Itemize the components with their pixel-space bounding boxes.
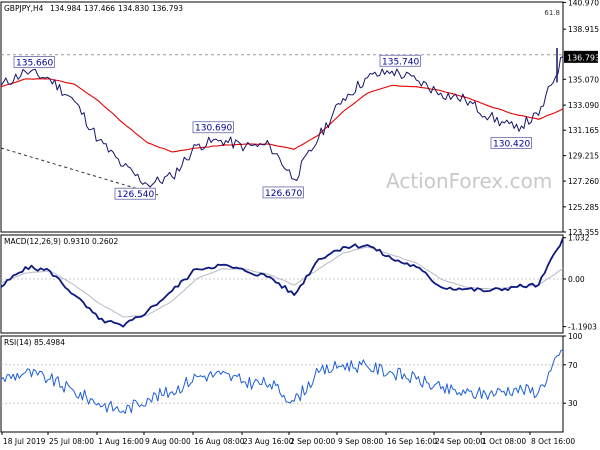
price-tick-label: 131.165	[568, 126, 599, 135]
price-annotation-label: 130.690	[195, 124, 232, 134]
price-tick-label: 138.915	[568, 25, 599, 34]
price-annotation-label: 130.420	[493, 139, 530, 149]
rsi-tick-label: 70	[568, 361, 578, 370]
price-annotation-135.740: 135.740	[379, 54, 421, 67]
macd-title: MACD(12,26,9) 0.9310 0.2602	[4, 237, 118, 246]
x-tick-label: 1 Oct 08:00	[482, 437, 526, 446]
header-symbol: GBPJPY,H4	[4, 4, 44, 13]
price-tick-label: 127.260	[568, 177, 599, 186]
header-low: 134.830	[118, 4, 149, 13]
x-tick-label: 18 Jul 2019	[3, 437, 46, 446]
price-annotation-label: 126.670	[265, 189, 302, 199]
x-tick-label: 9 Sep 08:00	[338, 437, 384, 446]
moving-average-line	[0, 78, 564, 153]
price-tick-label: 135.070	[568, 75, 599, 84]
price-annotation-126.540: 126.540	[114, 187, 156, 200]
header-open: 134.984	[50, 4, 81, 13]
macd-main-line	[0, 237, 564, 328]
rsi-title: RSI(14) 85.4984	[4, 338, 65, 347]
price-annotation-135.660: 135.660	[13, 56, 55, 69]
price-annotation-126.670: 126.670	[262, 186, 304, 199]
price-annotation-130.690: 130.690	[192, 121, 234, 134]
rsi-tick-label: 30	[568, 399, 578, 408]
rsi-pane-frame	[0, 335, 564, 433]
price-tick-label: 140.970	[568, 0, 599, 7]
price-annotation-label: 135.740	[382, 57, 419, 67]
macd-tick-label: 1.032	[568, 234, 590, 243]
price-line	[0, 56, 564, 188]
x-tick-label: 2 Sep 00:00	[290, 437, 336, 446]
x-tick-label: 25 Jul 08:00	[49, 437, 94, 446]
x-tick-label: 1 Aug 16:00	[98, 437, 144, 446]
x-tick-label: 8 Oct 16:00	[531, 437, 575, 446]
macd-pane-frame	[0, 234, 564, 334]
x-tick-label: 9 Aug 00:00	[145, 437, 191, 446]
macd-tick-label: -1.1903	[568, 323, 597, 332]
gbpjpy-chart[interactable]: ActionForex.com 61.8 135.660 126.540 130.690…	[0, 0, 600, 450]
price-tick-label: 133.090	[568, 101, 599, 110]
price-tick-label: 129.215	[568, 152, 599, 161]
price-annotation-label: 135.660	[16, 59, 53, 69]
price-annotation-130.420: 130.420	[490, 136, 532, 149]
watermark-text: ActionForex.com	[386, 169, 552, 193]
x-tick-label: 16 Sep 16:00	[387, 437, 437, 446]
fib-level-label: 61.8	[544, 9, 560, 17]
header-high: 137.466	[84, 4, 115, 13]
macd-tick-label: 0.00	[568, 275, 585, 284]
header-close: 136.793	[152, 4, 183, 13]
symbol-header: GBPJPY,H4 134.984 137.466 134.830 136.793	[4, 4, 183, 13]
rsi-tick-label: 100	[568, 332, 583, 341]
chart-window: ActionForex.com 61.8 135.660 126.540 130.690…	[0, 0, 600, 450]
x-tick-label: 16 Aug 08:00	[194, 437, 245, 446]
rsi-line	[0, 349, 564, 414]
x-tick-label: 23 Aug 16:00	[243, 437, 294, 446]
price-annotation-label: 126.540	[117, 190, 154, 200]
x-tick-label: 24 Sep 00:00	[435, 437, 485, 446]
current-price-label: 136.793	[567, 53, 600, 62]
price-tick-label: 125.285	[568, 203, 599, 212]
